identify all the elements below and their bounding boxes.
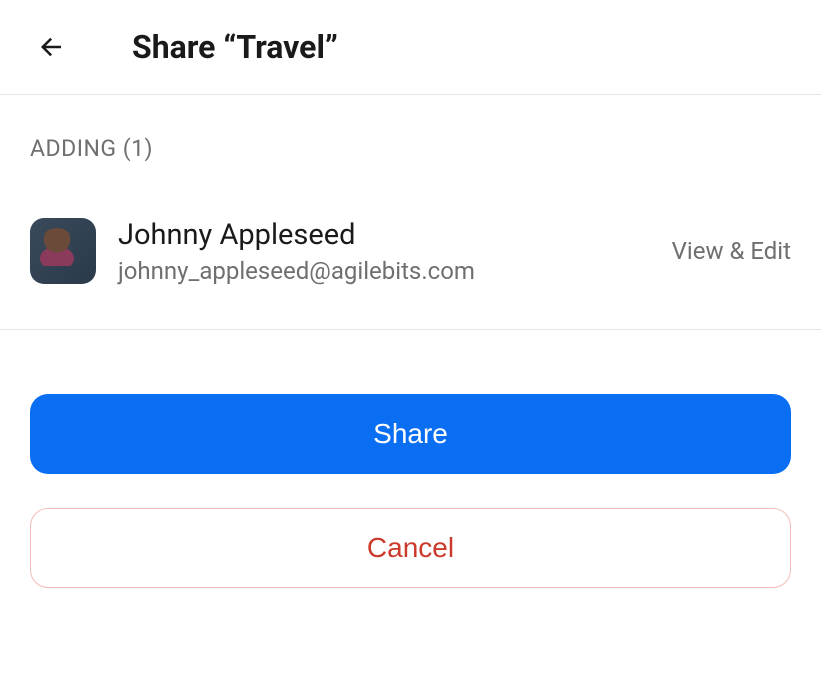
page-title: Share “Travel” xyxy=(132,28,338,66)
adding-section: ADDING (1) xyxy=(0,95,821,162)
cancel-button[interactable]: Cancel xyxy=(30,508,791,588)
header: Share “Travel” xyxy=(0,0,821,95)
arrow-left-icon xyxy=(36,32,66,62)
avatar xyxy=(30,218,96,284)
actions: Share Cancel xyxy=(0,330,821,608)
section-header-adding: ADDING (1) xyxy=(30,135,791,162)
user-row[interactable]: Johnny Appleseed johnny_appleseed@agileb… xyxy=(30,218,791,285)
share-button[interactable]: Share xyxy=(30,394,791,474)
user-email: johnny_appleseed@agilebits.com xyxy=(118,257,650,285)
user-list: Johnny Appleseed johnny_appleseed@agileb… xyxy=(0,218,821,330)
user-name: Johnny Appleseed xyxy=(118,218,650,253)
permission-label[interactable]: View & Edit xyxy=(672,237,791,265)
user-info: Johnny Appleseed johnny_appleseed@agileb… xyxy=(118,218,650,285)
back-button[interactable] xyxy=(30,26,72,68)
